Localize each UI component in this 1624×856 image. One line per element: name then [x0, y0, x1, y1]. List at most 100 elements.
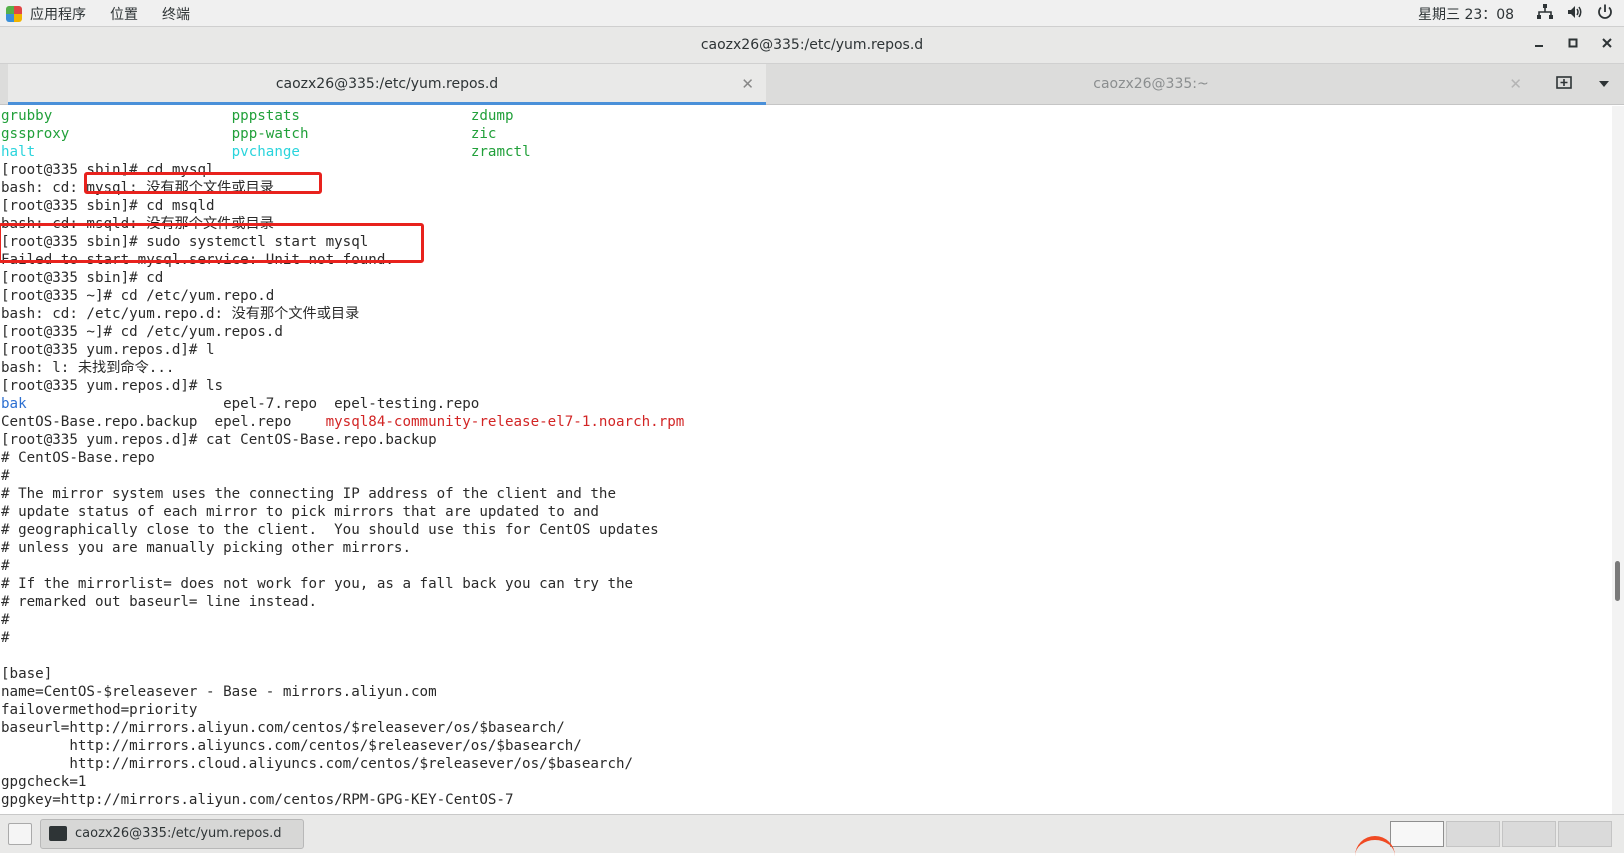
applications-icon[interactable]	[6, 6, 22, 22]
minimize-icon	[1535, 45, 1543, 47]
new-tab-button[interactable]	[1544, 74, 1584, 94]
tab-close-icon[interactable]: ✕	[1509, 64, 1522, 104]
terminal-text-segment: # remarked out baseurl= line instead.	[1, 594, 318, 610]
terminal-text-segment: [base]	[1, 666, 53, 682]
menu-terminal[interactable]: 终端	[162, 4, 190, 24]
terminal-text-segment: # CentOS-Base.repo	[1, 450, 155, 466]
terminal-line: gpgkey=http://mirrors.aliyun.com/centos/…	[1, 791, 684, 809]
terminal-output[interactable]: grubby pppstats zdump gssproxy ppp-watch …	[0, 106, 1612, 814]
terminal-line: name=CentOS-$releasever - Base - mirrors…	[1, 683, 684, 701]
highlight-box-cd-error	[84, 172, 322, 194]
terminal-text-segment: #	[1, 558, 10, 574]
terminal-line: bash: cd: /etc/yum.repo.d: 没有那个文件或目录	[1, 305, 684, 323]
terminal-line: CentOS-Base.repo.backup epel.repo mysql8…	[1, 413, 684, 431]
tabs-menu-button[interactable]	[1584, 76, 1624, 92]
terminal-line: # geographically close to the client. Yo…	[1, 521, 684, 539]
terminal-text-segment: CentOS-Base.repo.backup epel.repo	[1, 414, 326, 430]
terminal-text-segment: bak	[1, 396, 27, 412]
terminal-text-segment: #	[1, 468, 10, 484]
terminal-line: http://mirrors.cloud.aliyuncs.com/centos…	[1, 755, 684, 773]
terminal-line: bak epel-7.repo epel-testing.repo	[1, 395, 684, 413]
terminal-line: # unless you are manually picking other …	[1, 539, 684, 557]
menu-applications[interactable]: 应用程序	[30, 4, 86, 24]
terminal-text-segment: # unless you are manually picking other …	[1, 540, 411, 556]
terminal-text: grubby pppstats zdump gssproxy ppp-watch …	[1, 107, 684, 809]
terminal-text-segment: # The mirror system uses the connecting …	[1, 486, 616, 502]
terminal-text-segment: #	[1, 630, 10, 646]
terminal-scrollbar[interactable]	[1612, 106, 1624, 814]
terminal-line: # update status of each mirror to pick m…	[1, 503, 684, 521]
workspace-3[interactable]	[1502, 821, 1556, 847]
chevron-down-icon	[1599, 81, 1609, 87]
terminal-line: [root@335 yum.repos.d]# l	[1, 341, 684, 359]
terminal-line: failovermethod=priority	[1, 701, 684, 719]
terminal-text-segment: name=CentOS-$releasever - Base - mirrors…	[1, 684, 437, 700]
tab-label: caozx26@335:/etc/yum.repos.d	[275, 76, 499, 92]
terminal-line: http://mirrors.aliyuncs.com/centos/$rele…	[1, 737, 684, 755]
scrollbar-thumb[interactable]	[1615, 561, 1620, 601]
taskbar-terminal-window[interactable]: caozx26@335:/etc/yum.repos.d	[40, 819, 304, 849]
terminal-line: grubby pppstats zdump	[1, 107, 684, 125]
terminal-text-segment: [root@335 yum.repos.d]# cat CentOS-Base.…	[1, 432, 437, 448]
terminal-line: [root@335 ~]# cd /etc/yum.repos.d	[1, 323, 684, 341]
terminal-line: [root@335 yum.repos.d]# ls	[1, 377, 684, 395]
tab-label: caozx26@335:~	[1093, 76, 1209, 92]
terminal-line: #	[1, 467, 684, 485]
terminal-text-segment: http://mirrors.cloud.aliyuncs.com/centos…	[1, 756, 634, 772]
terminal-text-segment: http://mirrors.aliyuncs.com/centos/$rele…	[1, 738, 582, 754]
system-tray[interactable]	[1536, 3, 1614, 21]
terminal-line: # CentOS-Base.repo	[1, 449, 684, 467]
terminal-line: gpgcheck=1	[1, 773, 684, 791]
workspace-2[interactable]	[1446, 821, 1500, 847]
tab-yum-repos[interactable]: caozx26@335:/etc/yum.repos.d ✕	[8, 64, 766, 105]
terminal-text-segment: grubby	[1, 108, 53, 124]
terminal-text-segment: gpgkey=http://mirrors.aliyun.com/centos/…	[1, 792, 514, 808]
network-icon[interactable]	[1536, 3, 1554, 21]
show-desktop-icon[interactable]	[8, 823, 32, 845]
terminal-text-segment: baseurl=http://mirrors.aliyun.com/centos…	[1, 720, 565, 736]
maximize-icon	[1568, 38, 1578, 48]
terminal-text-segment: [root@335 yum.repos.d]# l	[1, 342, 215, 358]
terminal-line: [root@335 yum.repos.d]# cat CentOS-Base.…	[1, 431, 684, 449]
terminal-text-segment: [root@335 sbin]# cd	[1, 270, 164, 286]
tab-home[interactable]: caozx26@335:~ ✕	[768, 64, 1534, 102]
terminal-text-segment: # geographically close to the client. Yo…	[1, 522, 659, 538]
taskbar-window-label: caozx26@335:/etc/yum.repos.d	[75, 826, 282, 841]
terminal-text-segment: [root@335 yum.repos.d]# ls	[1, 378, 224, 394]
new-tab-icon	[1556, 76, 1572, 89]
terminal-text-segment: [root@335 ~]# cd /etc/yum.repos.d	[1, 324, 283, 340]
terminal-line: bash: l: 未找到命令...	[1, 359, 684, 377]
minimize-button[interactable]	[1524, 27, 1554, 63]
close-window-button[interactable]	[1592, 27, 1622, 63]
gnome-top-bar: 应用程序 位置 终端 星期三 23：08	[0, 0, 1624, 27]
maximize-button[interactable]	[1558, 27, 1588, 63]
terminal-text-segment: ppp-watch	[231, 126, 309, 142]
terminal-text-segment: #	[1, 612, 10, 628]
tab-close-icon[interactable]: ✕	[741, 64, 754, 104]
workspace-4[interactable]	[1558, 821, 1612, 847]
terminal-text-segment: halt	[1, 144, 36, 160]
terminal-line: [root@335 sbin]# cd msqld	[1, 197, 684, 215]
menu-places[interactable]: 位置	[110, 4, 138, 24]
terminal-line: [base]	[1, 665, 684, 683]
terminal-line: # The mirror system uses the connecting …	[1, 485, 684, 503]
terminal-text-segment: gssproxy	[1, 126, 70, 142]
volume-icon[interactable]	[1566, 3, 1584, 21]
terminal-text-segment: bash: cd: /etc/yum.repo.d: 没有那个文件或目录	[1, 306, 360, 322]
window-title: caozx26@335:/etc/yum.repos.d	[700, 37, 924, 53]
power-icon[interactable]	[1596, 3, 1614, 21]
terminal-line: #	[1, 557, 684, 575]
terminal-text-segment: pvchange	[231, 144, 300, 160]
workspace-1[interactable]	[1390, 821, 1444, 847]
terminal-line: [root@335 ~]# cd /etc/yum.repo.d	[1, 287, 684, 305]
terminal-text-segment: [root@335 ~]# cd /etc/yum.repo.d	[1, 288, 275, 304]
clock[interactable]: 星期三 23：08	[1418, 4, 1514, 24]
terminal-text-segment: # If the mirrorlist= does not work for y…	[1, 576, 634, 592]
app-menu: 应用程序 位置 终端	[0, 4, 214, 24]
